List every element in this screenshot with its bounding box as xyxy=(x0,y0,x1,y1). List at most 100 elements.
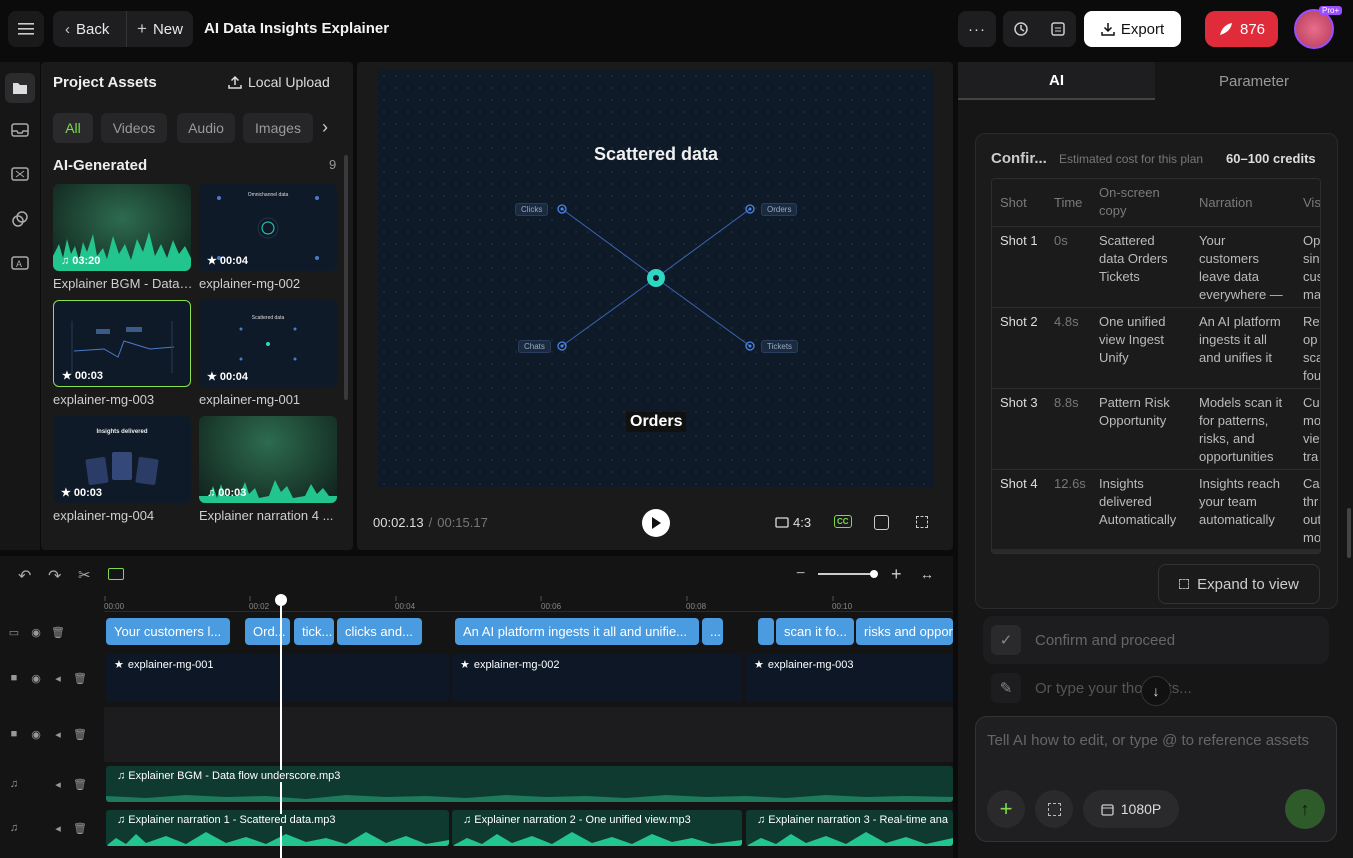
send-button[interactable]: ↑ xyxy=(1285,789,1325,829)
filter-images[interactable]: Images xyxy=(243,113,313,143)
tab-parameter[interactable]: Parameter xyxy=(1155,62,1353,100)
asset-thumb-narration-4[interactable]: ♫ 00:03 xyxy=(199,416,337,503)
subtitle-clip[interactable]: risks and oppor xyxy=(856,618,953,645)
video-clip[interactable]: ★ explainer-mg-003 xyxy=(746,654,953,702)
play-button[interactable] xyxy=(642,509,670,537)
video-clip[interactable]: ★ explainer-mg-001 xyxy=(106,654,449,702)
col-time: Time xyxy=(1054,195,1083,210)
scissors-icon[interactable]: ✂ xyxy=(78,566,91,584)
snap-icon[interactable] xyxy=(108,568,124,580)
avatar[interactable] xyxy=(1294,9,1334,49)
asset-label: explainer-mg-004 xyxy=(53,508,155,523)
fit-width-icon[interactable]: ↔ xyxy=(920,566,934,582)
trash-icon[interactable]: 🗑 xyxy=(73,672,87,685)
eye-icon[interactable]: ◉ xyxy=(30,672,42,685)
confirm-proceed-button[interactable]: ✓ Confirm and proceed xyxy=(983,616,1329,664)
table-scrollbar[interactable] xyxy=(992,549,1320,553)
assets-scrollbar[interactable] xyxy=(344,155,348,400)
select-asset-button[interactable] xyxy=(1035,790,1073,828)
trash-icon[interactable]: 🗑 xyxy=(73,778,87,791)
upload-label: Local Upload xyxy=(248,74,330,90)
eye-icon[interactable]: ◉ xyxy=(30,728,42,741)
undo-icon[interactable]: ↶ xyxy=(18,566,31,586)
redo-icon[interactable]: ↷ xyxy=(48,566,61,586)
trash-icon[interactable]: 🗑 xyxy=(51,626,65,639)
trash-icon[interactable]: 🗑 xyxy=(73,822,87,835)
asset-thumb-mg-001[interactable]: Scattered data ★ 00:04 xyxy=(199,300,337,387)
filter-videos[interactable]: Videos xyxy=(101,113,167,143)
download-icon xyxy=(1101,23,1115,36)
scroll-down-button[interactable]: ↓ xyxy=(1141,676,1171,706)
asset-thumb-mg-002[interactable]: Omnichannel data ★ 00:04 xyxy=(199,184,337,271)
expand-to-view-button[interactable]: Expand to view xyxy=(1158,564,1320,604)
history-button[interactable] xyxy=(1003,11,1076,47)
sparkle-icon: ★ xyxy=(207,255,217,267)
speaker-icon[interactable]: ◂ xyxy=(52,822,64,835)
more-button[interactable]: ··· xyxy=(958,11,996,47)
chevron-right-icon[interactable]: › xyxy=(322,117,328,138)
plan-table[interactable]: Shot Time On-screen copy Narration Vis S… xyxy=(991,178,1321,554)
effects-icon[interactable] xyxy=(8,207,32,231)
asset-thumb-mg-004[interactable]: Insights delivered ★ 00:03 xyxy=(53,416,191,503)
add-button[interactable]: + xyxy=(987,790,1025,828)
export-button[interactable]: Export xyxy=(1084,11,1181,47)
tab-ai[interactable]: AI xyxy=(958,62,1155,100)
preview-canvas[interactable]: Scattered data Clicks Orders Chats Ticke… xyxy=(378,70,934,487)
filter-audio[interactable]: Audio xyxy=(177,113,235,143)
video-clip[interactable]: ★ explainer-mg-002 xyxy=(452,654,742,702)
project-title[interactable]: AI Data Insights Explainer xyxy=(204,20,389,37)
audio-clip-narration[interactable]: ♫ Explainer narration 1 - Scattered data.… xyxy=(106,810,449,846)
pencil-icon: ✎ xyxy=(991,673,1021,703)
empty-video-track[interactable] xyxy=(104,707,953,762)
time-ruler[interactable]: 00:00 00:02 00:04 00:06 00:08 00:10 xyxy=(104,596,953,612)
transition-icon[interactable] xyxy=(8,162,32,186)
subtitle-clip[interactable]: tick... xyxy=(294,618,334,645)
subtitle-clip[interactable]: ... xyxy=(702,618,723,645)
asset-duration: ★ 00:03 xyxy=(61,486,103,500)
panel-scrollbar[interactable] xyxy=(1347,508,1351,558)
speaker-icon[interactable]: ◂ xyxy=(52,672,64,685)
asset-thumb-mg-003[interactable]: ★ 00:03 xyxy=(53,300,191,387)
zoom-thumb[interactable] xyxy=(870,570,878,578)
asset-thumb-bgm[interactable]: ♫ 03:20 xyxy=(53,184,191,271)
chat-input[interactable]: Tell AI how to edit, or type @ to refere… xyxy=(987,732,1309,749)
music-note-icon: ♫ xyxy=(207,487,216,499)
zoom-in-icon[interactable]: + xyxy=(891,564,902,585)
speaker-icon[interactable]: ◂ xyxy=(52,778,64,791)
zoom-slider[interactable] xyxy=(818,570,878,578)
pro-badge: Pro+ xyxy=(1319,6,1343,15)
speaker-icon[interactable]: ◂ xyxy=(52,728,64,741)
screenshot-icon[interactable] xyxy=(874,515,889,530)
playhead-handle[interactable] xyxy=(275,594,287,606)
fullscreen-icon[interactable] xyxy=(916,516,928,528)
cc-toggle[interactable]: CC xyxy=(834,515,852,528)
menu-button[interactable] xyxy=(8,11,44,47)
new-button[interactable]: + New xyxy=(126,11,193,47)
credits-button[interactable]: 876 xyxy=(1205,11,1278,47)
subtitle-clip[interactable] xyxy=(758,618,774,645)
node-label-tickets: Tickets xyxy=(761,340,799,353)
folder-icon[interactable] xyxy=(5,73,35,103)
chevron-left-icon: ‹ xyxy=(65,20,70,38)
subtitle-clip[interactable]: An AI platform ingests it all and unifie… xyxy=(455,618,699,645)
audio-clip-narration[interactable]: ♫ Explainer narration 3 - Real-time ana xyxy=(746,810,953,846)
subtitle-clip[interactable]: clicks and... xyxy=(337,618,422,645)
music-note-icon: ♫ xyxy=(61,255,70,267)
audio-clip-bgm[interactable]: ♫ Explainer BGM - Data flow underscore.mp… xyxy=(106,766,953,802)
text-image-icon[interactable]: A xyxy=(8,251,32,275)
video-track-2-controls: ■ ◉ ◂ 🗑 xyxy=(8,728,87,741)
inbox-icon[interactable] xyxy=(8,118,32,142)
subtitle-clip[interactable]: Ord... xyxy=(245,618,290,645)
local-upload-button[interactable]: Local Upload xyxy=(228,74,330,90)
zoom-out-icon[interactable]: − xyxy=(796,565,805,583)
back-button[interactable]: ‹ Back xyxy=(53,11,126,47)
resolution-button[interactable]: 1080P xyxy=(1083,790,1179,828)
trash-icon[interactable]: 🗑 xyxy=(73,728,87,741)
subtitle-clip[interactable]: scan it fo... xyxy=(776,618,854,645)
filter-all[interactable]: All xyxy=(53,113,93,143)
audio-clip-narration[interactable]: ♫ Explainer narration 2 - One unified vie… xyxy=(452,810,742,846)
subtitle-clip[interactable]: Your customers l... xyxy=(106,618,230,645)
current-time: 00:02.13 xyxy=(373,515,424,530)
aspect-ratio-button[interactable]: 4:3 xyxy=(775,515,811,530)
eye-icon[interactable]: ◉ xyxy=(30,626,42,639)
